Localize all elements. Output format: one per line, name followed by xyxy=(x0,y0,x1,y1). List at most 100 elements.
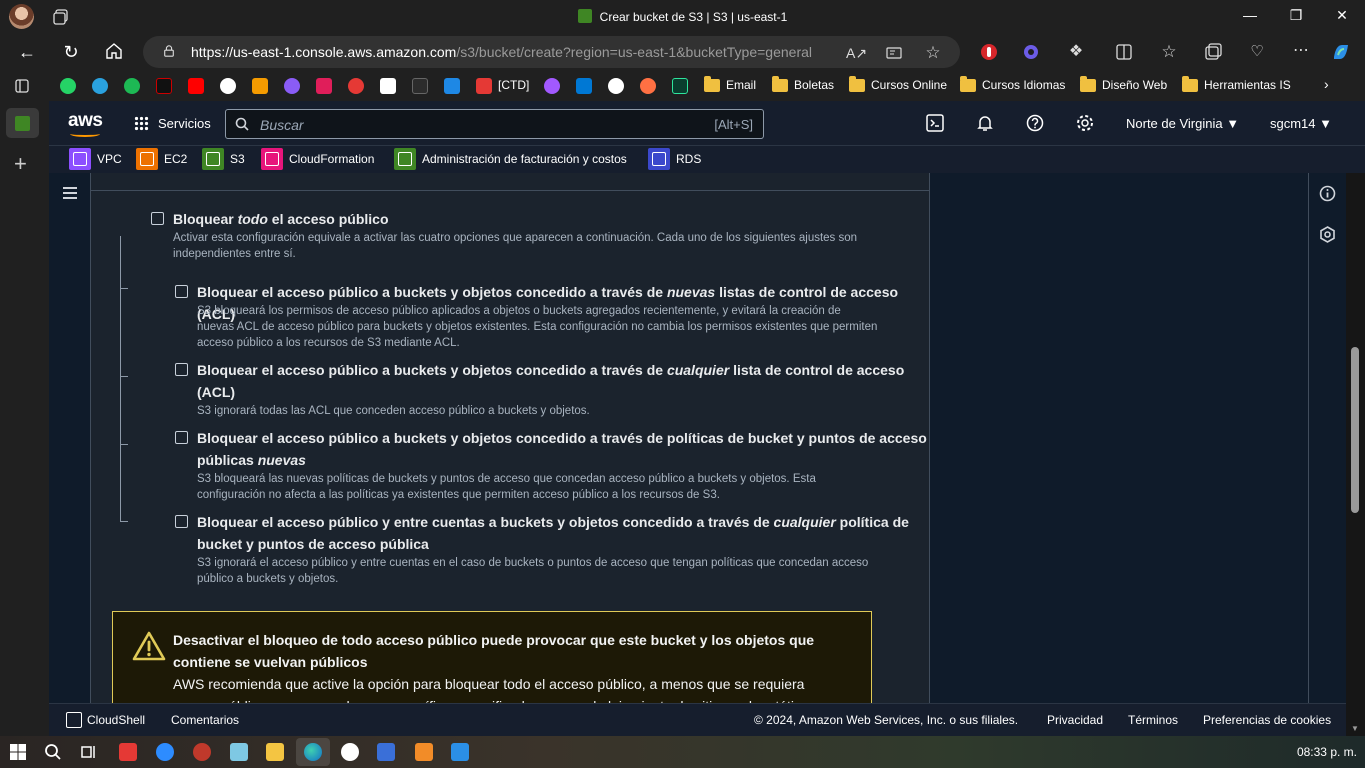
chatgpt-icon[interactable] xyxy=(220,78,236,94)
app-icon[interactable] xyxy=(193,743,211,761)
privacy-link[interactable]: Privacidad xyxy=(1047,713,1103,727)
dev-to-icon[interactable] xyxy=(380,78,396,94)
vscode-icon[interactable] xyxy=(576,78,592,94)
telegram-icon[interactable] xyxy=(92,78,108,94)
cloudshell-footer-icon[interactable] xyxy=(66,712,82,728)
postman-icon[interactable] xyxy=(640,78,656,94)
url-text[interactable]: https://us-east-1.console.aws.amazon.com… xyxy=(191,44,812,60)
favorite-billing[interactable]: Administración de facturación y costos xyxy=(422,152,627,166)
reader-view-icon[interactable] xyxy=(886,45,902,61)
task-view-icon[interactable] xyxy=(80,743,98,761)
cloudformation-service-icon[interactable] xyxy=(261,148,283,170)
ec2-service-icon[interactable] xyxy=(136,148,158,170)
new-tab-plus-icon[interactable]: + xyxy=(14,151,27,177)
active-tab-s3[interactable] xyxy=(6,108,39,138)
aws-logo[interactable]: aws xyxy=(68,110,103,137)
scroll-down-arrow-icon[interactable]: ▼ xyxy=(1351,724,1359,733)
address-bar[interactable]: https://us-east-1.console.aws.amazon.com… xyxy=(143,36,960,68)
search-input[interactable]: Buscar [Alt+S] xyxy=(225,109,764,139)
feedback-link[interactable]: Comentarios xyxy=(171,713,239,727)
3d-viewer-icon[interactable] xyxy=(377,743,395,761)
rds-service-icon[interactable] xyxy=(648,148,670,170)
refresh-button[interactable]: ↻ xyxy=(60,41,82,63)
lock-icon[interactable] xyxy=(163,45,175,57)
ctd-icon[interactable] xyxy=(476,78,492,94)
region-selector[interactable]: Norte de Virginia ▼ xyxy=(1126,116,1239,131)
restore-button[interactable]: ❐ xyxy=(1273,7,1319,24)
browser-essentials-icon[interactable]: ♡ xyxy=(1246,41,1268,63)
ai-sparkle-icon[interactable] xyxy=(284,78,300,94)
draw-io-icon[interactable] xyxy=(415,743,433,761)
zoom-icon[interactable] xyxy=(156,743,174,761)
block-new-acls-checkbox[interactable] xyxy=(175,285,188,298)
window-app-icon[interactable] xyxy=(444,78,460,94)
edge-browser-icon[interactable] xyxy=(304,743,322,761)
more-menu-icon[interactable]: ⋯ xyxy=(1290,41,1312,63)
account-menu[interactable]: sgcm14 ▼ xyxy=(1270,116,1332,131)
favorites-icon[interactable]: ☆ xyxy=(1158,41,1180,63)
github-icon[interactable] xyxy=(608,78,624,94)
favorite-s3[interactable]: S3 xyxy=(230,152,245,166)
s3-service-icon[interactable] xyxy=(202,148,224,170)
favorite-rds[interactable]: RDS xyxy=(676,152,701,166)
stackblitz-icon[interactable] xyxy=(672,78,688,94)
photos-icon[interactable] xyxy=(451,743,469,761)
bookmark-cursos-online[interactable]: Cursos Online xyxy=(871,78,947,92)
bookmark-boletas[interactable]: Boletas xyxy=(794,78,834,92)
help-icon[interactable] xyxy=(1026,114,1044,132)
bookmark-email[interactable]: Email xyxy=(726,78,756,92)
back-button[interactable]: ← xyxy=(16,41,38,63)
notifications-bell-icon[interactable] xyxy=(976,114,994,132)
terms-link[interactable]: Términos xyxy=(1128,713,1178,727)
info-icon[interactable] xyxy=(1319,185,1336,202)
collections-icon[interactable] xyxy=(1202,41,1224,63)
notepad-icon[interactable] xyxy=(230,743,248,761)
gmail-style-icon[interactable] xyxy=(252,78,268,94)
cloudshell-link[interactable]: CloudShell xyxy=(87,713,145,727)
services-grid-icon[interactable] xyxy=(134,116,149,131)
youtube-icon[interactable] xyxy=(188,78,204,94)
cookie-preferences-link[interactable]: Preferencias de cookies xyxy=(1203,713,1331,727)
split-screen-icon[interactable] xyxy=(1113,41,1135,63)
favorite-ec2[interactable]: EC2 xyxy=(164,152,187,166)
music-app-icon[interactable] xyxy=(156,78,172,94)
favorite-cloudformation[interactable]: CloudFormation xyxy=(289,152,374,166)
anydesk-icon[interactable] xyxy=(119,743,137,761)
favorite-vpc[interactable]: VPC xyxy=(97,152,122,166)
cloudshell-icon[interactable] xyxy=(926,114,944,132)
close-window-button[interactable]: ✕ xyxy=(1319,7,1365,24)
block-any-acls-checkbox[interactable] xyxy=(175,363,188,376)
block-all-checkbox[interactable] xyxy=(151,212,164,225)
bookmark-ctd[interactable]: [CTD] xyxy=(498,78,529,92)
services-menu-button[interactable]: Servicios xyxy=(158,116,211,131)
tab-actions-icon[interactable] xyxy=(14,78,30,94)
whatsapp-icon[interactable] xyxy=(60,78,76,94)
page-scrollbar[interactable]: ▼ xyxy=(1346,173,1365,739)
minimize-button[interactable]: — xyxy=(1227,7,1273,23)
bookmark-herramientas-is[interactable]: Herramientas IS xyxy=(1204,78,1291,92)
file-explorer-icon[interactable] xyxy=(266,743,284,761)
search-icon[interactable] xyxy=(44,743,62,761)
feedback-hexagon-icon[interactable] xyxy=(1319,226,1336,243)
figma-icon[interactable] xyxy=(544,78,560,94)
windows-start-icon[interactable] xyxy=(9,743,27,761)
read-aloud-icon[interactable]: A↗ xyxy=(846,45,867,61)
more-bookmarks-chevron-icon[interactable]: › xyxy=(1324,76,1329,92)
favorite-star-icon[interactable]: ☆ xyxy=(925,44,941,61)
spotify-icon[interactable] xyxy=(124,78,140,94)
slack-icon[interactable] xyxy=(316,78,332,94)
vpc-service-icon[interactable] xyxy=(69,148,91,170)
copilot-icon[interactable] xyxy=(1330,41,1352,63)
1k-plus-icon[interactable] xyxy=(348,78,364,94)
settings-gear-icon[interactable] xyxy=(1076,114,1094,132)
extension-gear-icon[interactable] xyxy=(1020,41,1042,63)
billing-service-icon[interactable] xyxy=(394,148,416,170)
bookmark-diseno-web[interactable]: Diseño Web xyxy=(1102,78,1167,92)
home-icon[interactable] xyxy=(105,42,123,60)
block-new-policies-checkbox[interactable] xyxy=(175,431,188,444)
bookmark-cursos-idiomas[interactable]: Cursos Idiomas xyxy=(982,78,1065,92)
scrollbar-thumb[interactable] xyxy=(1351,347,1359,513)
media-player-icon[interactable] xyxy=(341,743,359,761)
adblock-extension-icon[interactable] xyxy=(978,41,1000,63)
extensions-icon[interactable]: ❖ xyxy=(1065,41,1087,63)
